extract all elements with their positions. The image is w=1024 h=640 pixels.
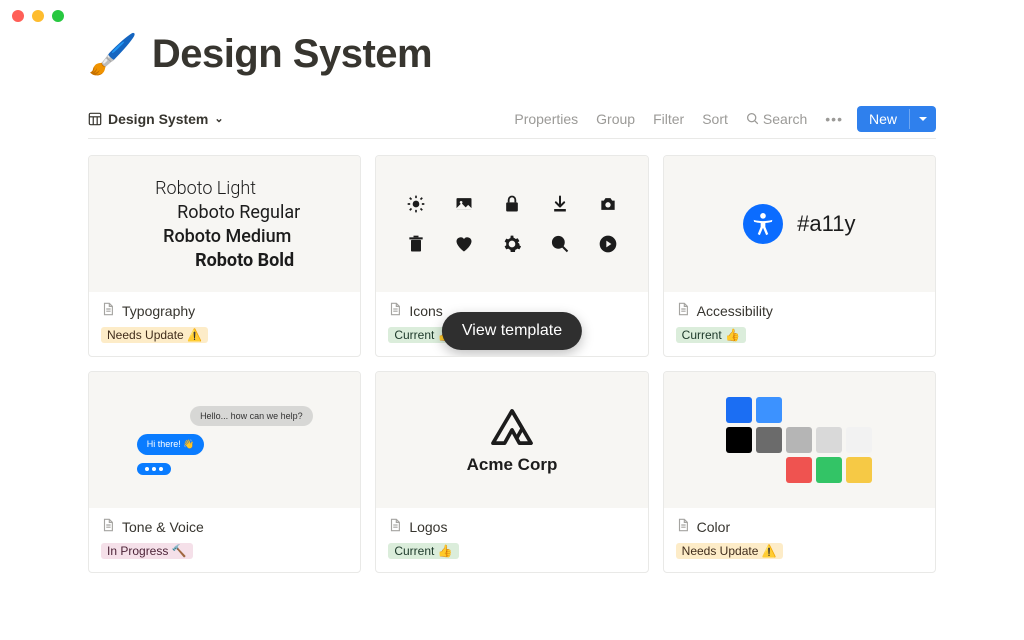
card-logos[interactable]: Acme Corp Logos Current 👍 [375,371,648,573]
color-swatch [756,397,782,423]
accessibility-icon [743,204,783,244]
color-swatch [726,427,752,453]
window-zoom-icon[interactable] [52,10,64,22]
card-accessibility[interactable]: #a11y Accessibility Current 👍 [663,155,936,357]
color-swatches [726,397,872,483]
filter-button[interactable]: Filter [653,111,684,127]
status-tag: Needs Update ⚠️ [101,327,208,343]
card-cover: #a11y [664,156,935,292]
color-swatch [846,457,872,483]
card-icons[interactable]: Icons Current 👍 View template [375,155,648,357]
page-doc-icon [101,518,115,535]
view-switcher[interactable]: Design System ⌄ [88,111,224,127]
a11y-hashtag: #a11y [797,211,855,237]
page-doc-icon [388,302,402,319]
status-tag: In Progress 🔨 [101,543,193,559]
card-title: Logos [409,519,447,535]
page-doc-icon [676,302,690,319]
group-button[interactable]: Group [596,111,635,127]
board-view-icon [88,112,102,126]
color-swatch [726,397,752,423]
page-title[interactable]: Design System [152,32,432,77]
sort-button[interactable]: Sort [702,111,728,127]
camera-icon [595,191,621,217]
color-swatch [786,457,812,483]
more-button[interactable]: ••• [825,111,843,127]
window-minimize-icon[interactable] [32,10,44,22]
new-button[interactable]: New [857,106,936,132]
card-cover [664,372,935,508]
page-doc-icon [388,518,402,535]
color-swatch [756,427,782,453]
color-swatch [846,427,872,453]
gear-icon [499,231,525,257]
card-typography[interactable]: Roboto Light Roboto Regular Roboto Mediu… [88,155,361,357]
search-icon [547,231,573,257]
brightness-icon [403,191,429,217]
typing-indicator [137,463,171,475]
status-tag: Needs Update ⚠️ [676,543,783,559]
window-controls [0,0,1024,32]
card-title: Tone & Voice [122,519,204,535]
window-close-icon[interactable] [12,10,24,22]
status-tag: Current 👍 [388,327,458,343]
chat-bubble: Hello... how can we help? [190,406,313,426]
penrose-triangle-icon [490,405,534,449]
properties-button[interactable]: Properties [514,111,578,127]
play-icon [595,231,621,257]
card-title: Typography [122,303,195,319]
gallery-grid: Roboto Light Roboto Regular Roboto Mediu… [88,155,936,573]
card-title: Color [697,519,730,535]
card-cover: Hello... how can we help? Hi there! 👋 [89,372,360,508]
card-cover: Acme Corp [376,372,647,508]
status-tag: Current 👍 [676,327,746,343]
trash-icon [403,231,429,257]
page-doc-icon [101,302,115,319]
chat-bubble: Hi there! 👋 [137,434,205,455]
card-cover [376,156,647,292]
card-title: Accessibility [697,303,773,319]
color-swatch [786,427,812,453]
page-icon[interactable]: 🖌️ [88,35,138,75]
new-dropdown[interactable] [909,109,936,129]
logo-company-name: Acme Corp [467,455,558,475]
search-icon [746,112,759,125]
card-title: Icons [409,303,442,319]
card-cover: Roboto Light Roboto Regular Roboto Mediu… [89,156,360,292]
card-color[interactable]: Color Needs Update ⚠️ [663,371,936,573]
card-tone-voice[interactable]: Hello... how can we help? Hi there! 👋 To… [88,371,361,573]
status-tag: Current 👍 [388,543,458,559]
lock-icon [499,191,525,217]
page-doc-icon [676,518,690,535]
view-name: Design System [108,111,208,127]
color-swatch [816,457,842,483]
download-icon [547,191,573,217]
image-icon [451,191,477,217]
search-button[interactable]: Search [746,111,807,127]
chevron-down-icon: ⌄ [214,112,223,125]
heart-icon [451,231,477,257]
chevron-down-icon [918,114,928,124]
color-swatch [816,427,842,453]
